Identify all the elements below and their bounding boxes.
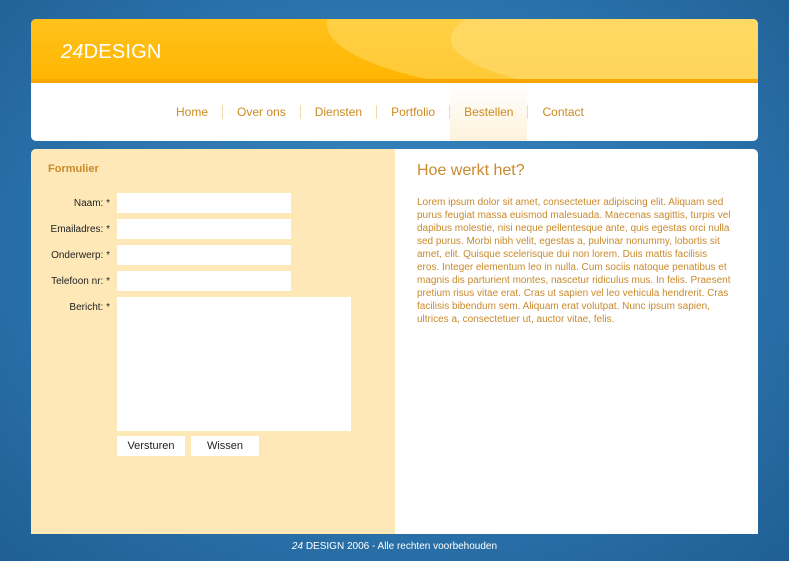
main-navigation: Home Over ons Diensten Portfolio Bestell… <box>31 83 758 141</box>
phone-input[interactable] <box>117 271 291 291</box>
submit-button[interactable]: Versturen <box>117 436 185 456</box>
email-label: Emailadres: * <box>50 224 110 235</box>
site-header: 24DESIGN Home Over ons Diensten Portfoli… <box>31 19 758 141</box>
header-banner: 24DESIGN <box>31 19 758 82</box>
email-input[interactable] <box>117 219 291 239</box>
nav-item-home[interactable]: Home <box>162 83 222 141</box>
nav-item-diensten[interactable]: Diensten <box>301 83 376 141</box>
nav-item-portfolio[interactable]: Portfolio <box>377 83 449 141</box>
form-panel: Formulier Naam: * Emailadres: * Onderwer… <box>31 149 395 534</box>
reset-button[interactable]: Wissen <box>191 436 259 456</box>
message-label: Bericht: * <box>69 302 110 313</box>
nav-item-over-ons[interactable]: Over ons <box>223 83 300 141</box>
logo-number: 24 <box>61 41 84 63</box>
subject-input[interactable] <box>117 245 291 265</box>
form-title: Formulier <box>48 163 99 175</box>
site-footer: 24 DESIGN 2006 - Alle rechten voorbehoud… <box>0 541 789 552</box>
phone-label: Telefoon nr: * <box>51 276 110 287</box>
info-panel: Hoe werkt het? Lorem ipsum dolor sit ame… <box>395 149 758 534</box>
name-input[interactable] <box>117 193 291 213</box>
main-content: Formulier Naam: * Emailadres: * Onderwer… <box>31 149 758 534</box>
logo-text: DESIGN <box>83 41 162 63</box>
footer-text: DESIGN 2006 - Alle rechten voorbehouden <box>303 541 498 552</box>
nav-item-contact[interactable]: Contact <box>528 83 597 141</box>
footer-number: 24 <box>291 541 304 552</box>
info-body: Lorem ipsum dolor sit amet, consectetuer… <box>417 197 731 325</box>
message-textarea[interactable] <box>117 297 351 431</box>
site-logo[interactable]: 24DESIGN <box>61 41 162 64</box>
subject-label: Onderwerp: * <box>51 250 110 261</box>
info-heading: Hoe werkt het? <box>417 162 525 179</box>
name-label: Naam: * <box>73 198 110 209</box>
nav-item-bestellen[interactable]: Bestellen <box>450 83 528 141</box>
header-swoosh <box>451 19 758 82</box>
